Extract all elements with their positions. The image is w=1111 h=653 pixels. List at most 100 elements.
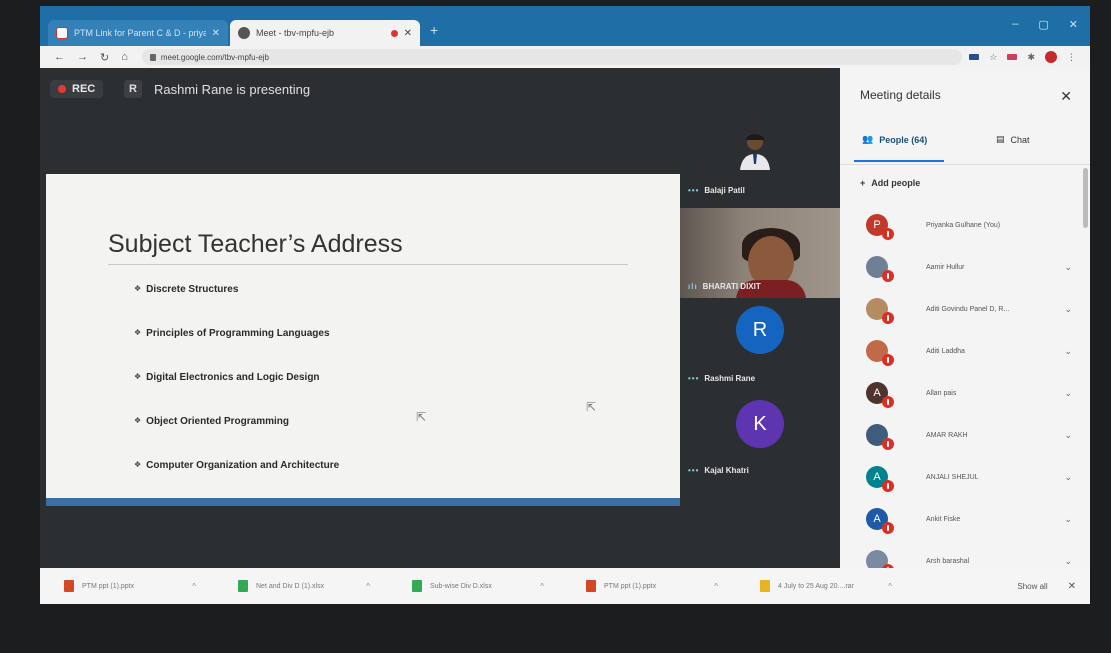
mic-off-icon bbox=[882, 228, 894, 240]
chevron-down-icon[interactable]: ⌄ bbox=[1064, 304, 1072, 315]
bookmark-star-icon[interactable]: ☆ bbox=[989, 52, 997, 63]
chevron-down-icon[interactable]: ⌄ bbox=[1064, 388, 1072, 399]
download-item[interactable]: PTM ppt (1).pptx ^ bbox=[562, 580, 736, 592]
more-options-icon[interactable]: ••• bbox=[688, 186, 699, 195]
minimize-icon[interactable]: – bbox=[1012, 18, 1018, 31]
reload-icon[interactable]: ↻ bbox=[100, 51, 109, 64]
download-item[interactable]: Net and Div D (1).xlsx ^ bbox=[214, 580, 388, 592]
chevron-down-icon[interactable]: ⌄ bbox=[1064, 346, 1072, 357]
mic-off-icon bbox=[882, 396, 894, 408]
download-filename: PTM ppt (1).pptx bbox=[82, 582, 135, 590]
list-item[interactable]: A ANJALI SHEJUL ⌄ bbox=[840, 456, 1078, 498]
participant-tile-name: ••• Kajal Khatri bbox=[688, 466, 749, 475]
pptx-file-icon bbox=[64, 580, 74, 592]
extension-icon[interactable] bbox=[1007, 54, 1018, 60]
home-icon[interactable]: ⌂ bbox=[121, 51, 128, 64]
list-item[interactable]: A Allan pais ⌄ bbox=[840, 372, 1078, 414]
menu-icon[interactable]: ⋮ bbox=[1067, 52, 1076, 63]
xlsx-file-icon bbox=[238, 580, 248, 592]
chevron-down-icon[interactable]: ⌄ bbox=[1064, 430, 1072, 441]
participant-name: Aditi Laddha bbox=[926, 347, 965, 355]
speaking-indicator-icon: ılı bbox=[688, 282, 698, 291]
bullet-icon: ❖ bbox=[134, 372, 142, 381]
list-item[interactable]: AMAR RAKH ⌄ bbox=[840, 414, 1078, 456]
list-item[interactable]: Aditi Govindu Panel D, R... ⌄ bbox=[840, 288, 1078, 330]
participant-name: ANJALI SHEJUL bbox=[926, 473, 979, 481]
xlsx-file-icon bbox=[412, 580, 422, 592]
slide-title: Subject Teacher’s Address bbox=[108, 230, 403, 258]
add-people-label: Add people bbox=[871, 178, 921, 188]
list-item[interactable]: Aditi Laddha ⌄ bbox=[840, 330, 1078, 372]
tab-people[interactable]: 👥 People (64) bbox=[862, 134, 927, 145]
more-options-icon[interactable]: ••• bbox=[688, 374, 699, 383]
recording-indicator-icon bbox=[390, 29, 398, 37]
profile-avatar-icon[interactable] bbox=[1045, 51, 1057, 63]
address-bar: ← → ↻ ⌂ meet.google.com/tbv-mpfu-ejb ☆ ✱… bbox=[40, 46, 1090, 68]
chevron-up-icon[interactable]: ^ bbox=[714, 582, 718, 591]
add-people-button[interactable]: + Add people bbox=[860, 178, 920, 188]
bullet-icon: ❖ bbox=[134, 328, 142, 337]
participant-name: AMAR RAKH bbox=[926, 431, 968, 439]
cursor-icon: ⇱ bbox=[586, 400, 597, 414]
chevron-down-icon[interactable]: ⌄ bbox=[1064, 556, 1072, 567]
bullet-icon: ❖ bbox=[134, 284, 142, 293]
tab-label: Meet - tbv-mpfu-ejb bbox=[256, 28, 335, 38]
meeting-details-panel: Meeting details ✕ 👥 People (64) ▤ Chat +… bbox=[840, 68, 1090, 568]
more-options-icon[interactable]: ••• bbox=[688, 466, 699, 475]
tab-meet[interactable]: Meet - tbv-mpfu-ejb ✕ bbox=[230, 20, 420, 46]
mic-off-icon bbox=[882, 312, 894, 324]
chevron-up-icon[interactable]: ^ bbox=[540, 582, 544, 591]
chevron-up-icon[interactable]: ^ bbox=[888, 582, 892, 591]
download-filename: 4 July to 25 Aug 20....rar bbox=[778, 582, 854, 590]
download-item[interactable]: PTM ppt (1).pptx ^ bbox=[40, 580, 214, 592]
chevron-up-icon[interactable]: ^ bbox=[192, 582, 196, 591]
bullet-text: Discrete Structures bbox=[146, 284, 239, 295]
window-controls: – ▢ ✕ bbox=[1012, 18, 1078, 31]
slide-footer-bar bbox=[46, 498, 680, 506]
close-icon[interactable]: ✕ bbox=[1060, 88, 1072, 105]
list-item[interactable]: Arsh barashal ⌄ bbox=[840, 540, 1078, 568]
url-field[interactable]: meet.google.com/tbv-mpfu-ejb bbox=[141, 49, 962, 65]
chevron-up-icon[interactable]: ^ bbox=[366, 582, 370, 591]
mic-off-icon bbox=[882, 522, 894, 534]
url-text: meet.google.com/tbv-mpfu-ejb bbox=[160, 52, 269, 62]
participant-name: Arsh barashal bbox=[926, 557, 970, 565]
bullet-icon: ❖ bbox=[134, 460, 142, 469]
download-item[interactable]: Sub-wise Div D.xlsx ^ bbox=[388, 580, 562, 592]
tab-ptm-link[interactable]: PTM Link for Parent C & D - priyan ✕ bbox=[48, 20, 228, 46]
chevron-down-icon[interactable]: ⌄ bbox=[1064, 514, 1072, 525]
back-icon[interactable]: ← bbox=[54, 51, 65, 64]
bullet-text: Principles of Programming Languages bbox=[146, 328, 330, 339]
archive-file-icon bbox=[760, 580, 770, 592]
chevron-down-icon[interactable]: ⌄ bbox=[1064, 472, 1072, 483]
participant-list: P Priyanka Gulhane (You) Aamir Hullur ⌄ Adit… bbox=[840, 204, 1078, 568]
close-icon[interactable]: ✕ bbox=[404, 28, 412, 39]
participant-avatar: R bbox=[736, 306, 784, 354]
rec-label: REC bbox=[72, 83, 96, 95]
close-icon[interactable]: ✕ bbox=[1068, 581, 1076, 592]
close-icon[interactable]: ✕ bbox=[212, 28, 220, 39]
participant-avatar: K bbox=[736, 400, 784, 448]
slide-bullet-list: ❖ Discrete Structures ❖ Principles of Prog… bbox=[134, 280, 339, 500]
list-item: ❖ Object Oriented Programming bbox=[134, 412, 339, 456]
tab-chat[interactable]: ▤ Chat bbox=[996, 134, 1030, 145]
new-tab-button[interactable]: + bbox=[430, 22, 438, 38]
list-item[interactable]: A Ankit Fiske ⌄ bbox=[840, 498, 1078, 540]
list-item[interactable]: P Priyanka Gulhane (You) bbox=[840, 204, 1078, 246]
participant-name: Rashmi Rane bbox=[704, 374, 756, 383]
bullet-text: Computer Organization and Architecture bbox=[146, 460, 340, 471]
list-item: ❖ Computer Organization and Architecture bbox=[134, 456, 339, 500]
maximize-icon[interactable]: ▢ bbox=[1038, 18, 1048, 31]
puzzle-icon[interactable]: ✱ bbox=[1027, 52, 1035, 63]
tab-label: Chat bbox=[1010, 134, 1030, 145]
extension-icon[interactable] bbox=[969, 54, 980, 60]
forward-icon[interactable]: → bbox=[77, 51, 88, 64]
chat-icon: ▤ bbox=[996, 134, 1005, 144]
scrollbar[interactable] bbox=[1083, 168, 1088, 228]
show-all-button[interactable]: Show all bbox=[1017, 582, 1047, 591]
list-item[interactable]: Aamir Hullur ⌄ bbox=[840, 246, 1078, 288]
mic-off-icon bbox=[882, 354, 894, 366]
window-close-icon[interactable]: ✕ bbox=[1069, 18, 1078, 31]
chevron-down-icon[interactable]: ⌄ bbox=[1064, 262, 1072, 273]
download-item[interactable]: 4 July to 25 Aug 20....rar ^ bbox=[736, 580, 910, 592]
